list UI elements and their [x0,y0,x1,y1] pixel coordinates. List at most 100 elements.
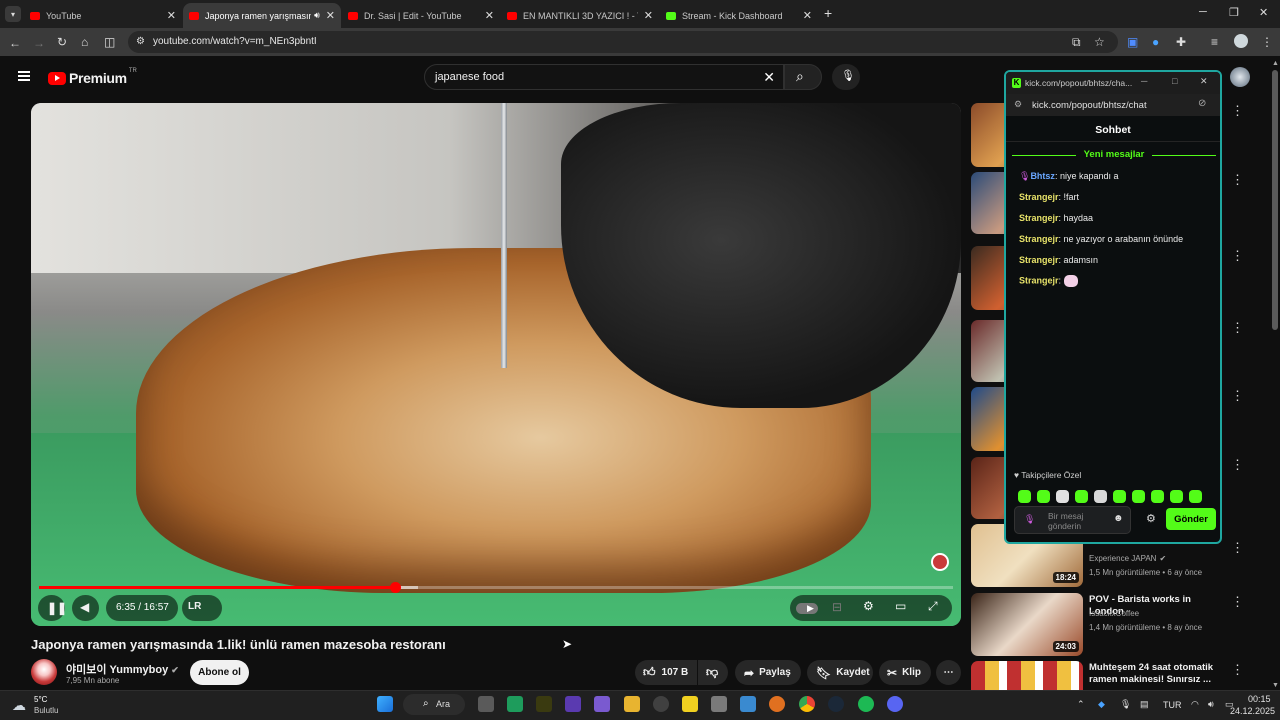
chat-message[interactable]: 🎙︎Bhtsz: niye kapandı a [1019,171,1119,182]
chat-settings-gear-icon[interactable]: ⚙ [1146,512,1156,525]
channel-watermark[interactable] [931,553,949,571]
extensions-icon[interactable]: ✚ [1176,35,1186,49]
chat-message[interactable]: Strangejr: [1019,275,1078,287]
recommendation-thumbnail[interactable]: 24:03 [971,593,1083,656]
more-vertical-icon[interactable]: ⋮ [1231,540,1244,556]
spotify-icon[interactable] [858,696,874,712]
site-info-icon[interactable]: ⚙ [136,36,145,47]
chat-message[interactable]: Strangejr: adamsın [1019,255,1098,265]
keyboard-language[interactable]: TUR [1163,700,1182,710]
tab-3d-yazici[interactable]: EN MANTIKLI 3D YAZICI ! - You ✕ [501,3,659,28]
xbox-app-icon[interactable] [507,696,523,712]
restore-icon[interactable]: □ [1172,76,1177,86]
emote-picker-icon[interactable] [1189,490,1202,503]
close-icon[interactable]: ✕ [803,9,812,22]
settings-gear-icon[interactable]: ⚙ [863,599,874,613]
chat-username[interactable]: Strangejr [1019,234,1059,244]
emote-picker-icon[interactable] [1018,490,1031,503]
more-vertical-icon[interactable]: ⋮ [1231,457,1244,473]
tab-youtube[interactable]: YouTube ✕ [24,3,182,28]
emote-picker-icon[interactable] [1075,490,1088,503]
recommendation-thumbnail[interactable] [971,661,1083,690]
bookmark-star-icon[interactable]: ☆ [1094,35,1105,49]
search-button[interactable]: ⌕ [784,64,822,90]
scroll-up-icon[interactable]: ▲ [1272,60,1279,67]
progress-scrubber-handle[interactable] [389,582,401,593]
taskbar-search[interactable]: ⌕ Ara [403,694,465,715]
chat-username[interactable]: Bhtsz [1030,171,1055,181]
emote-picker-icon[interactable] [1056,490,1069,503]
more-vertical-icon[interactable]: ⋮ [1231,594,1244,610]
sticky-notes-icon[interactable] [682,696,698,712]
page-scrollbar[interactable] [1272,70,1278,330]
search-app-icon[interactable] [769,696,785,712]
emote-picker-icon[interactable] [1132,490,1145,503]
tab-dr-sasi[interactable]: Dr. Sasi | Edit - YouTube ✕ [342,3,500,28]
close-icon[interactable]: ✕ [326,9,335,22]
tray-mic-icon[interactable]: 🎙︎ [1120,699,1131,710]
restore-icon[interactable]: ❐ [1229,6,1239,19]
more-vertical-icon[interactable]: ⋮ [1231,172,1244,188]
reading-list-icon[interactable]: ≡ [1211,35,1218,49]
cast-icon[interactable]: ⧉ [1072,35,1081,50]
send-button[interactable]: Gönder [1166,508,1216,530]
minimize-icon[interactable]: ─ [1141,76,1147,86]
youtube-premium-logo[interactable]: Premium TR [48,68,137,86]
site-info-icon[interactable]: ⚙ [1014,99,1022,110]
recommendation-channel[interactable]: Experience JAPAN ✔ [1089,554,1166,563]
more-vertical-icon[interactable]: ⋮ [1231,662,1244,678]
clock-date[interactable]: 24.12.2025 [1230,706,1275,716]
new-tab-button[interactable]: + [824,5,832,21]
file-explorer-icon[interactable] [624,696,640,712]
more-vertical-icon[interactable]: ⋮ [1231,103,1244,119]
close-icon[interactable]: ✕ [167,9,176,22]
theater-mode-icon[interactable]: ▭ [895,599,906,613]
weather-cloud-icon[interactable]: ☁ [12,697,26,714]
taskbar-app-icon[interactable] [536,696,552,712]
task-view-icon[interactable] [478,696,494,712]
taskbar-app-icon[interactable] [565,696,581,712]
profile-avatar[interactable] [1234,34,1248,48]
emoji-icon[interactable]: ☻ [1113,513,1124,524]
vpn-extension-icon[interactable]: ● [1152,35,1159,49]
youtube-account-avatar[interactable] [1230,67,1250,87]
more-vertical-icon[interactable]: ⋮ [1231,320,1244,336]
recommendation-channel[interactable]: IssackxCoffee [1089,609,1139,618]
save-button[interactable]: 🔖︎ Kaydet [807,660,873,685]
volume-icon[interactable]: 🔊︎ [1208,699,1214,710]
channel-avatar[interactable] [31,659,57,685]
windows-start-icon[interactable] [377,696,393,712]
eye-off-icon[interactable]: ⊘ [1198,98,1206,109]
fullscreen-icon[interactable]: ⤢ [928,599,938,614]
chat-username[interactable]: Strangejr [1019,213,1059,223]
chat-username[interactable]: Strangejr [1019,255,1059,265]
weather-temperature[interactable]: 5°C [34,695,47,704]
chat-message-input[interactable]: 🎙︎ Bir mesaj gönderin ☻ [1014,506,1131,534]
subscribe-button[interactable]: Abone ol [190,660,249,685]
like-button[interactable]: 👍︎ 107 B [635,660,697,685]
emote-picker-icon[interactable] [1037,490,1050,503]
split-view-icon[interactable]: ◫ [104,35,115,49]
clip-button[interactable]: ✂ Klip [879,660,931,685]
clear-search-icon[interactable]: ✕ [763,69,775,86]
tray-app-icon[interactable]: ◆ [1098,699,1105,710]
chapter-button[interactable]: LR [182,595,222,621]
back-icon[interactable]: ← [9,36,21,50]
chat-username[interactable]: Strangejr [1019,192,1059,202]
scroll-down-icon[interactable]: ▼ [1272,682,1279,689]
close-icon[interactable]: ✕ [644,9,653,22]
tab-search-button[interactable]: ▾ [5,6,21,22]
browser-menu-icon[interactable]: ⋮ [1261,35,1273,49]
weather-condition[interactable]: Bulutlu [34,706,58,715]
taskbar-app-icon[interactable] [653,696,669,712]
play-pause-button[interactable]: ❚❚ [38,595,67,621]
channel-name[interactable]: 야미보이 Yummyboy ✔ [66,661,179,677]
reload-icon[interactable]: ↻ [57,35,67,49]
voice-search-button[interactable]: 🎙︎ [832,64,860,90]
recommendation-title[interactable]: Muhteşem 24 saat otomatik ramen makinesi… [1089,662,1219,686]
chat-username[interactable]: Strangejr [1019,275,1059,285]
url-text[interactable]: youtube.com/watch?v=m_NEn3pbntI [153,36,317,47]
emote-picker-icon[interactable] [1151,490,1164,503]
translate-extension-icon[interactable]: ▣ [1127,35,1138,49]
steam-icon[interactable] [828,696,844,712]
